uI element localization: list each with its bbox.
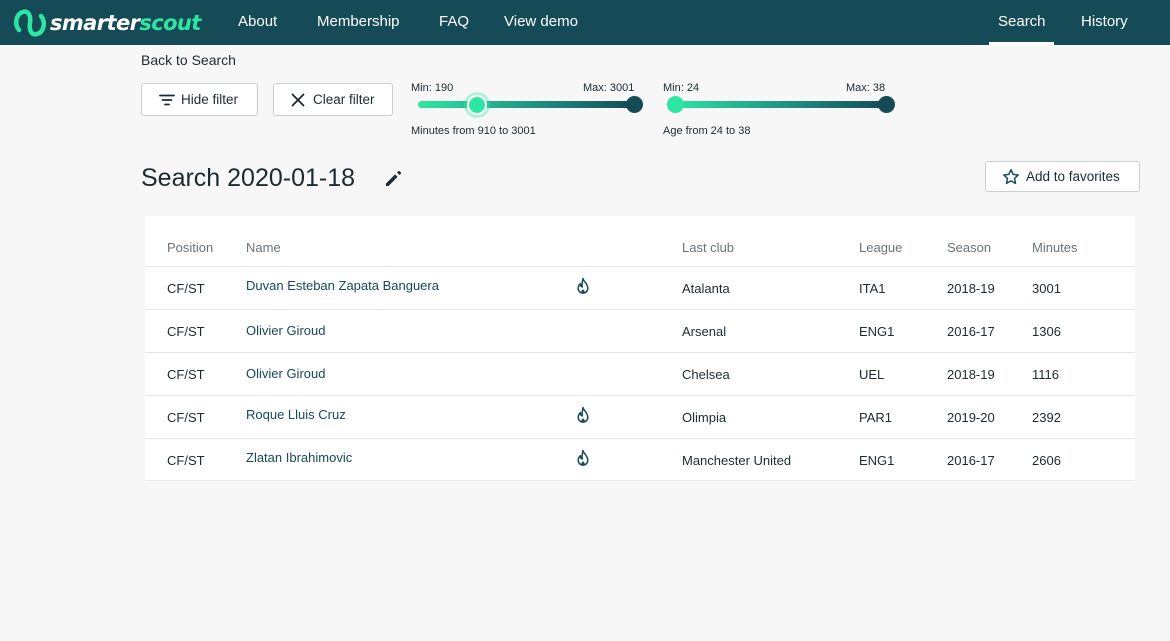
player-name-link[interactable]: Olivier Giroud (246, 323, 325, 338)
nav-link-history[interactable]: History (1081, 0, 1128, 45)
table-row[interactable]: CF/ST Olivier Giroud Chelsea UEL 2018-19… (145, 352, 1135, 395)
results-table: Position Name Last club League Season Mi… (145, 216, 1135, 482)
logo-text-scout: scout (139, 10, 201, 35)
column-header-position[interactable]: Position (167, 240, 213, 255)
cell-last-club: Olimpia (682, 410, 727, 425)
player-name-link[interactable]: Zlatan Ibrahimovic (246, 450, 352, 465)
flame-icon (577, 406, 589, 423)
cell-league: ENG1 (859, 453, 895, 468)
cell-season: 2016-17 (947, 324, 995, 339)
cell-last-club: Chelsea (682, 367, 730, 382)
column-header-league[interactable]: League (859, 240, 902, 255)
nav-link-membership[interactable]: Membership (317, 0, 400, 45)
column-header-last-club[interactable]: Last club (682, 240, 734, 255)
cell-position: CF/ST (167, 453, 205, 468)
flame-icon (577, 277, 589, 294)
page-title: Search 2020-01-18 (141, 164, 356, 192)
table-row[interactable]: CF/ST Olivier Giroud Arsenal ENG1 2016-1… (145, 309, 1135, 352)
hide-filter-button[interactable]: Hide filter (141, 83, 258, 116)
table-row[interactable]: CF/ST Duvan Esteban Zapata Banguera Atal… (145, 266, 1135, 309)
cell-position: CF/ST (167, 281, 205, 296)
add-to-favorites-button[interactable]: Add to favorites (985, 161, 1140, 192)
cell-league: ENG1 (859, 324, 895, 339)
logo[interactable]: smarterscout (12, 5, 201, 41)
close-icon (291, 93, 305, 106)
flame-icon (577, 449, 589, 466)
back-to-search-link[interactable]: Back to Search (141, 52, 236, 68)
cell-minutes: 1306 (1032, 324, 1061, 339)
cell-league: UEL (859, 367, 885, 382)
cell-position: CF/ST (167, 410, 205, 425)
filter-lines-icon (159, 94, 175, 105)
cell-league: PAR1 (859, 410, 892, 425)
pencil-icon[interactable] (382, 168, 404, 190)
age-slider-low-handle[interactable] (667, 96, 684, 113)
add-to-favorites-label: Add to favorites (1026, 169, 1120, 184)
minutes-slider-high-handle[interactable] (626, 96, 643, 113)
cell-minutes: 1116 (1032, 367, 1059, 382)
clear-filter-button[interactable]: Clear filter (273, 83, 393, 116)
column-header-season[interactable]: Season (947, 240, 991, 255)
star-outline-icon (1003, 168, 1019, 184)
logo-text-smarter: smarter (50, 10, 140, 35)
nav-link-view-demo[interactable]: View demo (504, 0, 578, 45)
cell-last-club: Manchester United (682, 453, 792, 468)
age-max-label: Max: 38 (846, 82, 886, 94)
cell-last-club: Atalanta (682, 281, 730, 296)
nav-active-indicator (989, 42, 1054, 45)
cell-season: 2019-20 (947, 410, 995, 425)
age-range-caption: Age from 24 to 38 (663, 125, 751, 137)
cell-position: CF/ST (167, 324, 205, 339)
column-header-name[interactable]: Name (246, 240, 281, 255)
cell-minutes: 2606 (1032, 453, 1061, 468)
hide-filter-label: Hide filter (181, 92, 239, 107)
minutes-slider-track[interactable] (418, 101, 636, 108)
table-row[interactable]: CF/ST Zlatan Ibrahimovic Manchester Unit… (145, 438, 1135, 481)
column-header-minutes[interactable]: Minutes (1032, 240, 1078, 255)
age-slider-high-handle[interactable] (878, 96, 895, 113)
minutes-max-label: Max: 3001 (583, 82, 635, 94)
cell-season: 2018-19 (947, 367, 995, 382)
age-min-label: Min: 24 (663, 82, 700, 94)
player-name-link[interactable]: Duvan Esteban Zapata Banguera (246, 278, 439, 293)
cell-season: 2018-19 (947, 281, 995, 296)
age-slider-track[interactable] (670, 101, 888, 108)
cell-league: ITA1 (859, 281, 886, 296)
player-name-link[interactable]: Olivier Giroud (246, 366, 325, 381)
logo-mark-icon (13, 9, 47, 37)
cell-position: CF/ST (167, 367, 205, 382)
table-row[interactable]: CF/ST Roque Lluis Cruz Olimpia PAR1 2019… (145, 395, 1135, 438)
nav-link-about[interactable]: About (238, 0, 277, 45)
nav-link-faq[interactable]: FAQ (439, 0, 469, 45)
minutes-slider-low-handle[interactable] (467, 95, 487, 115)
clear-filter-label: Clear filter (313, 92, 375, 107)
cell-minutes: 3001 (1032, 281, 1061, 296)
top-navbar: smarterscout About Membership FAQ View d… (0, 0, 1170, 45)
minutes-range-caption: Minutes from 910 to 3001 (411, 125, 536, 137)
cell-last-club: Arsenal (682, 324, 727, 339)
nav-link-search[interactable]: Search (998, 0, 1046, 45)
cell-minutes: 2392 (1032, 410, 1061, 425)
player-name-link[interactable]: Roque Lluis Cruz (246, 407, 346, 422)
cell-season: 2016-17 (947, 453, 995, 468)
minutes-min-label: Min: 190 (411, 82, 454, 94)
